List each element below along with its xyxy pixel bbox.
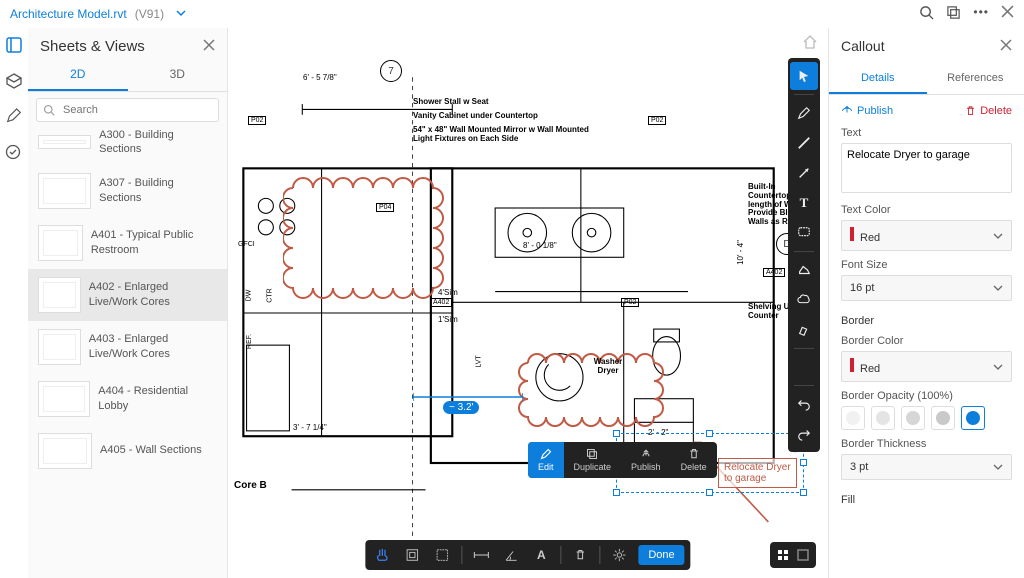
file-version: (V91) bbox=[135, 7, 164, 21]
panel-title: Callout bbox=[841, 38, 885, 54]
chevron-down-icon[interactable] bbox=[176, 7, 186, 21]
publish-link[interactable]: Publish bbox=[841, 105, 893, 117]
shape-tool[interactable] bbox=[790, 256, 818, 284]
callout-text-input[interactable] bbox=[841, 143, 1012, 193]
opacity-option[interactable] bbox=[961, 406, 985, 430]
border-color-select[interactable]: Red bbox=[841, 351, 1012, 382]
delete-button[interactable]: Delete bbox=[671, 442, 717, 478]
opacity-option[interactable] bbox=[871, 406, 895, 430]
line-tool[interactable] bbox=[790, 129, 818, 157]
pencil-tool[interactable] bbox=[790, 99, 818, 127]
sheet-list[interactable]: A300 - Building Sections A307 - Building… bbox=[28, 128, 227, 578]
duplicate-button[interactable]: Duplicate bbox=[564, 442, 622, 478]
markup-tool[interactable]: A bbox=[530, 544, 552, 566]
sheet-item[interactable]: A403 - Enlarged Live/Work Cores bbox=[28, 321, 227, 373]
markup-toolbar: T bbox=[788, 58, 820, 452]
angle-tool[interactable] bbox=[500, 544, 522, 566]
search-icon[interactable] bbox=[919, 5, 934, 23]
grid-view-icon[interactable] bbox=[773, 545, 793, 565]
border-opacity-label: Border Opacity (100%) bbox=[841, 390, 1012, 402]
tab-2d[interactable]: 2D bbox=[28, 59, 128, 91]
bottom-toolbar: A Done bbox=[365, 540, 690, 570]
callout-tool[interactable] bbox=[790, 219, 818, 247]
opacity-option[interactable] bbox=[901, 406, 925, 430]
sheet-item[interactable]: A401 - Typical Public Restroom bbox=[28, 217, 227, 269]
pointer-tool[interactable] bbox=[790, 62, 818, 90]
border-thickness-label: Border Thickness bbox=[841, 438, 1012, 450]
close-icon[interactable] bbox=[1001, 5, 1014, 23]
context-toolbar: Edit Duplicate Publish Delete bbox=[528, 442, 717, 478]
grid-bubble: 7 bbox=[380, 60, 402, 82]
sheet-item[interactable]: A405 - Wall Sections bbox=[28, 425, 227, 477]
opacity-option[interactable] bbox=[931, 406, 955, 430]
opacity-selector bbox=[841, 406, 1012, 430]
region-tool[interactable] bbox=[431, 544, 453, 566]
border-color-label: Border Color bbox=[841, 335, 1012, 347]
tab-references[interactable]: References bbox=[927, 64, 1024, 94]
settings-tool[interactable] bbox=[608, 544, 630, 566]
top-header: Architecture Model.rvt (V91) ••• bbox=[0, 0, 1024, 28]
model-icon[interactable] bbox=[5, 72, 23, 90]
drawing-canvas[interactable]: 7 D Shower Stall w Seat Vanity Cabinet u… bbox=[228, 28, 828, 578]
file-name[interactable]: Architecture Model.rvt bbox=[10, 7, 127, 21]
text-label: Text bbox=[841, 127, 1012, 139]
fill-section-label: Fill bbox=[841, 494, 1012, 506]
border-thickness-select[interactable]: 3 pt bbox=[841, 454, 1012, 480]
opacity-option[interactable] bbox=[841, 406, 865, 430]
measurement-chip[interactable]: ~ 3.2' bbox=[443, 401, 479, 414]
delete-link[interactable]: Delete bbox=[965, 105, 1012, 117]
arrow-tool[interactable] bbox=[790, 159, 818, 187]
trash-tool[interactable] bbox=[569, 544, 591, 566]
search-input[interactable] bbox=[36, 98, 219, 122]
close-panel-icon[interactable] bbox=[203, 38, 215, 55]
sheets-title: Sheets & Views bbox=[40, 38, 145, 55]
tab-details[interactable]: Details bbox=[829, 64, 927, 94]
clone-icon[interactable] bbox=[946, 5, 961, 23]
sheet-item[interactable]: A402 - Enlarged Live/Work Cores bbox=[28, 269, 227, 321]
done-button[interactable]: Done bbox=[638, 545, 684, 565]
edit-button[interactable]: Edit bbox=[528, 442, 564, 478]
color-tool[interactable] bbox=[790, 353, 818, 381]
measure-tool[interactable] bbox=[470, 544, 492, 566]
fit-tool[interactable] bbox=[401, 544, 423, 566]
check-circle-icon[interactable] bbox=[5, 144, 23, 162]
tab-3d[interactable]: 3D bbox=[128, 59, 228, 91]
more-icon[interactable]: ••• bbox=[973, 5, 989, 23]
close-panel-icon[interactable] bbox=[1000, 38, 1012, 54]
text-tool[interactable]: T bbox=[790, 189, 818, 217]
view-toggle bbox=[770, 542, 816, 568]
sheets-icon[interactable] bbox=[5, 36, 23, 54]
redo-tool[interactable] bbox=[790, 420, 818, 448]
font-size-select[interactable]: 16 pt bbox=[841, 275, 1012, 301]
sheet-item[interactable]: A404 - Residential Lobby bbox=[28, 373, 227, 425]
font-size-label: Font Size bbox=[841, 259, 1012, 271]
text-color-label: Text Color bbox=[841, 204, 1012, 216]
border-section-label: Border bbox=[841, 315, 1012, 327]
sheets-panel: Sheets & Views 2D 3D A300 - Building Sec… bbox=[28, 28, 228, 578]
callout-panel: Callout Details References Publish Delet… bbox=[828, 28, 1024, 578]
callout-annotation[interactable]: Relocate Dryerto garage bbox=[718, 458, 797, 488]
publish-button[interactable]: Publish bbox=[621, 442, 671, 478]
text-color-select[interactable]: Red bbox=[841, 220, 1012, 251]
undo-tool[interactable] bbox=[790, 390, 818, 418]
sheet-item[interactable]: A307 - Building Sections bbox=[28, 165, 227, 217]
pan-tool[interactable] bbox=[371, 544, 393, 566]
sheet-item[interactable]: A300 - Building Sections bbox=[28, 128, 227, 165]
pencil-icon[interactable] bbox=[5, 108, 23, 126]
cloud-tool[interactable] bbox=[790, 286, 818, 314]
highlight-tool[interactable] bbox=[790, 316, 818, 344]
single-view-icon[interactable] bbox=[793, 545, 813, 565]
left-rail bbox=[0, 28, 28, 578]
